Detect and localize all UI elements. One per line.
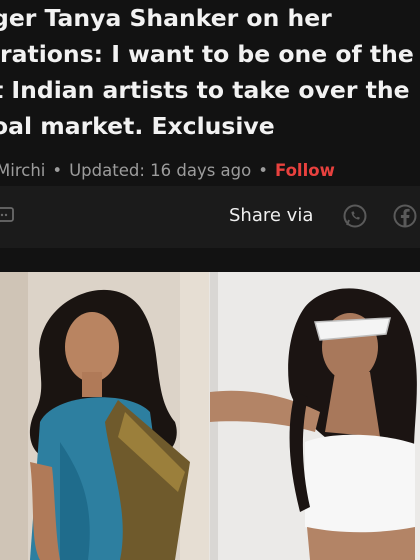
source-name[interactable]: Mirchi (0, 161, 45, 180)
facebook-icon[interactable] (392, 203, 418, 229)
headline-line-4: oal market. Exclusive (0, 112, 275, 140)
comment-icon[interactable] (0, 205, 14, 227)
spacer (0, 248, 420, 272)
updated-time: Updated: 16 days ago (69, 160, 252, 180)
follow-button[interactable]: Follow (275, 161, 335, 180)
share-via-label: Share via (229, 205, 314, 226)
article-meta: Mirchi • Updated: 16 days ago • Follow (0, 157, 335, 183)
meta-separator-2: • (258, 160, 268, 180)
meta-separator: • (52, 160, 63, 180)
photo-saree-portrait (0, 272, 209, 560)
photo-sunglasses-portrait (210, 272, 420, 560)
article-headline: ger Tanya Shanker on her irations: I wan… (0, 0, 420, 144)
headline-line-2: irations: I want to be one of the (0, 40, 414, 68)
share-bar: Share via (0, 186, 420, 248)
headline-line-3: t Indian artists to take over the (0, 76, 410, 104)
headline-line-1: ger Tanya Shanker on her (0, 4, 332, 32)
article-image[interactable] (0, 272, 420, 560)
whatsapp-icon[interactable] (342, 203, 368, 229)
